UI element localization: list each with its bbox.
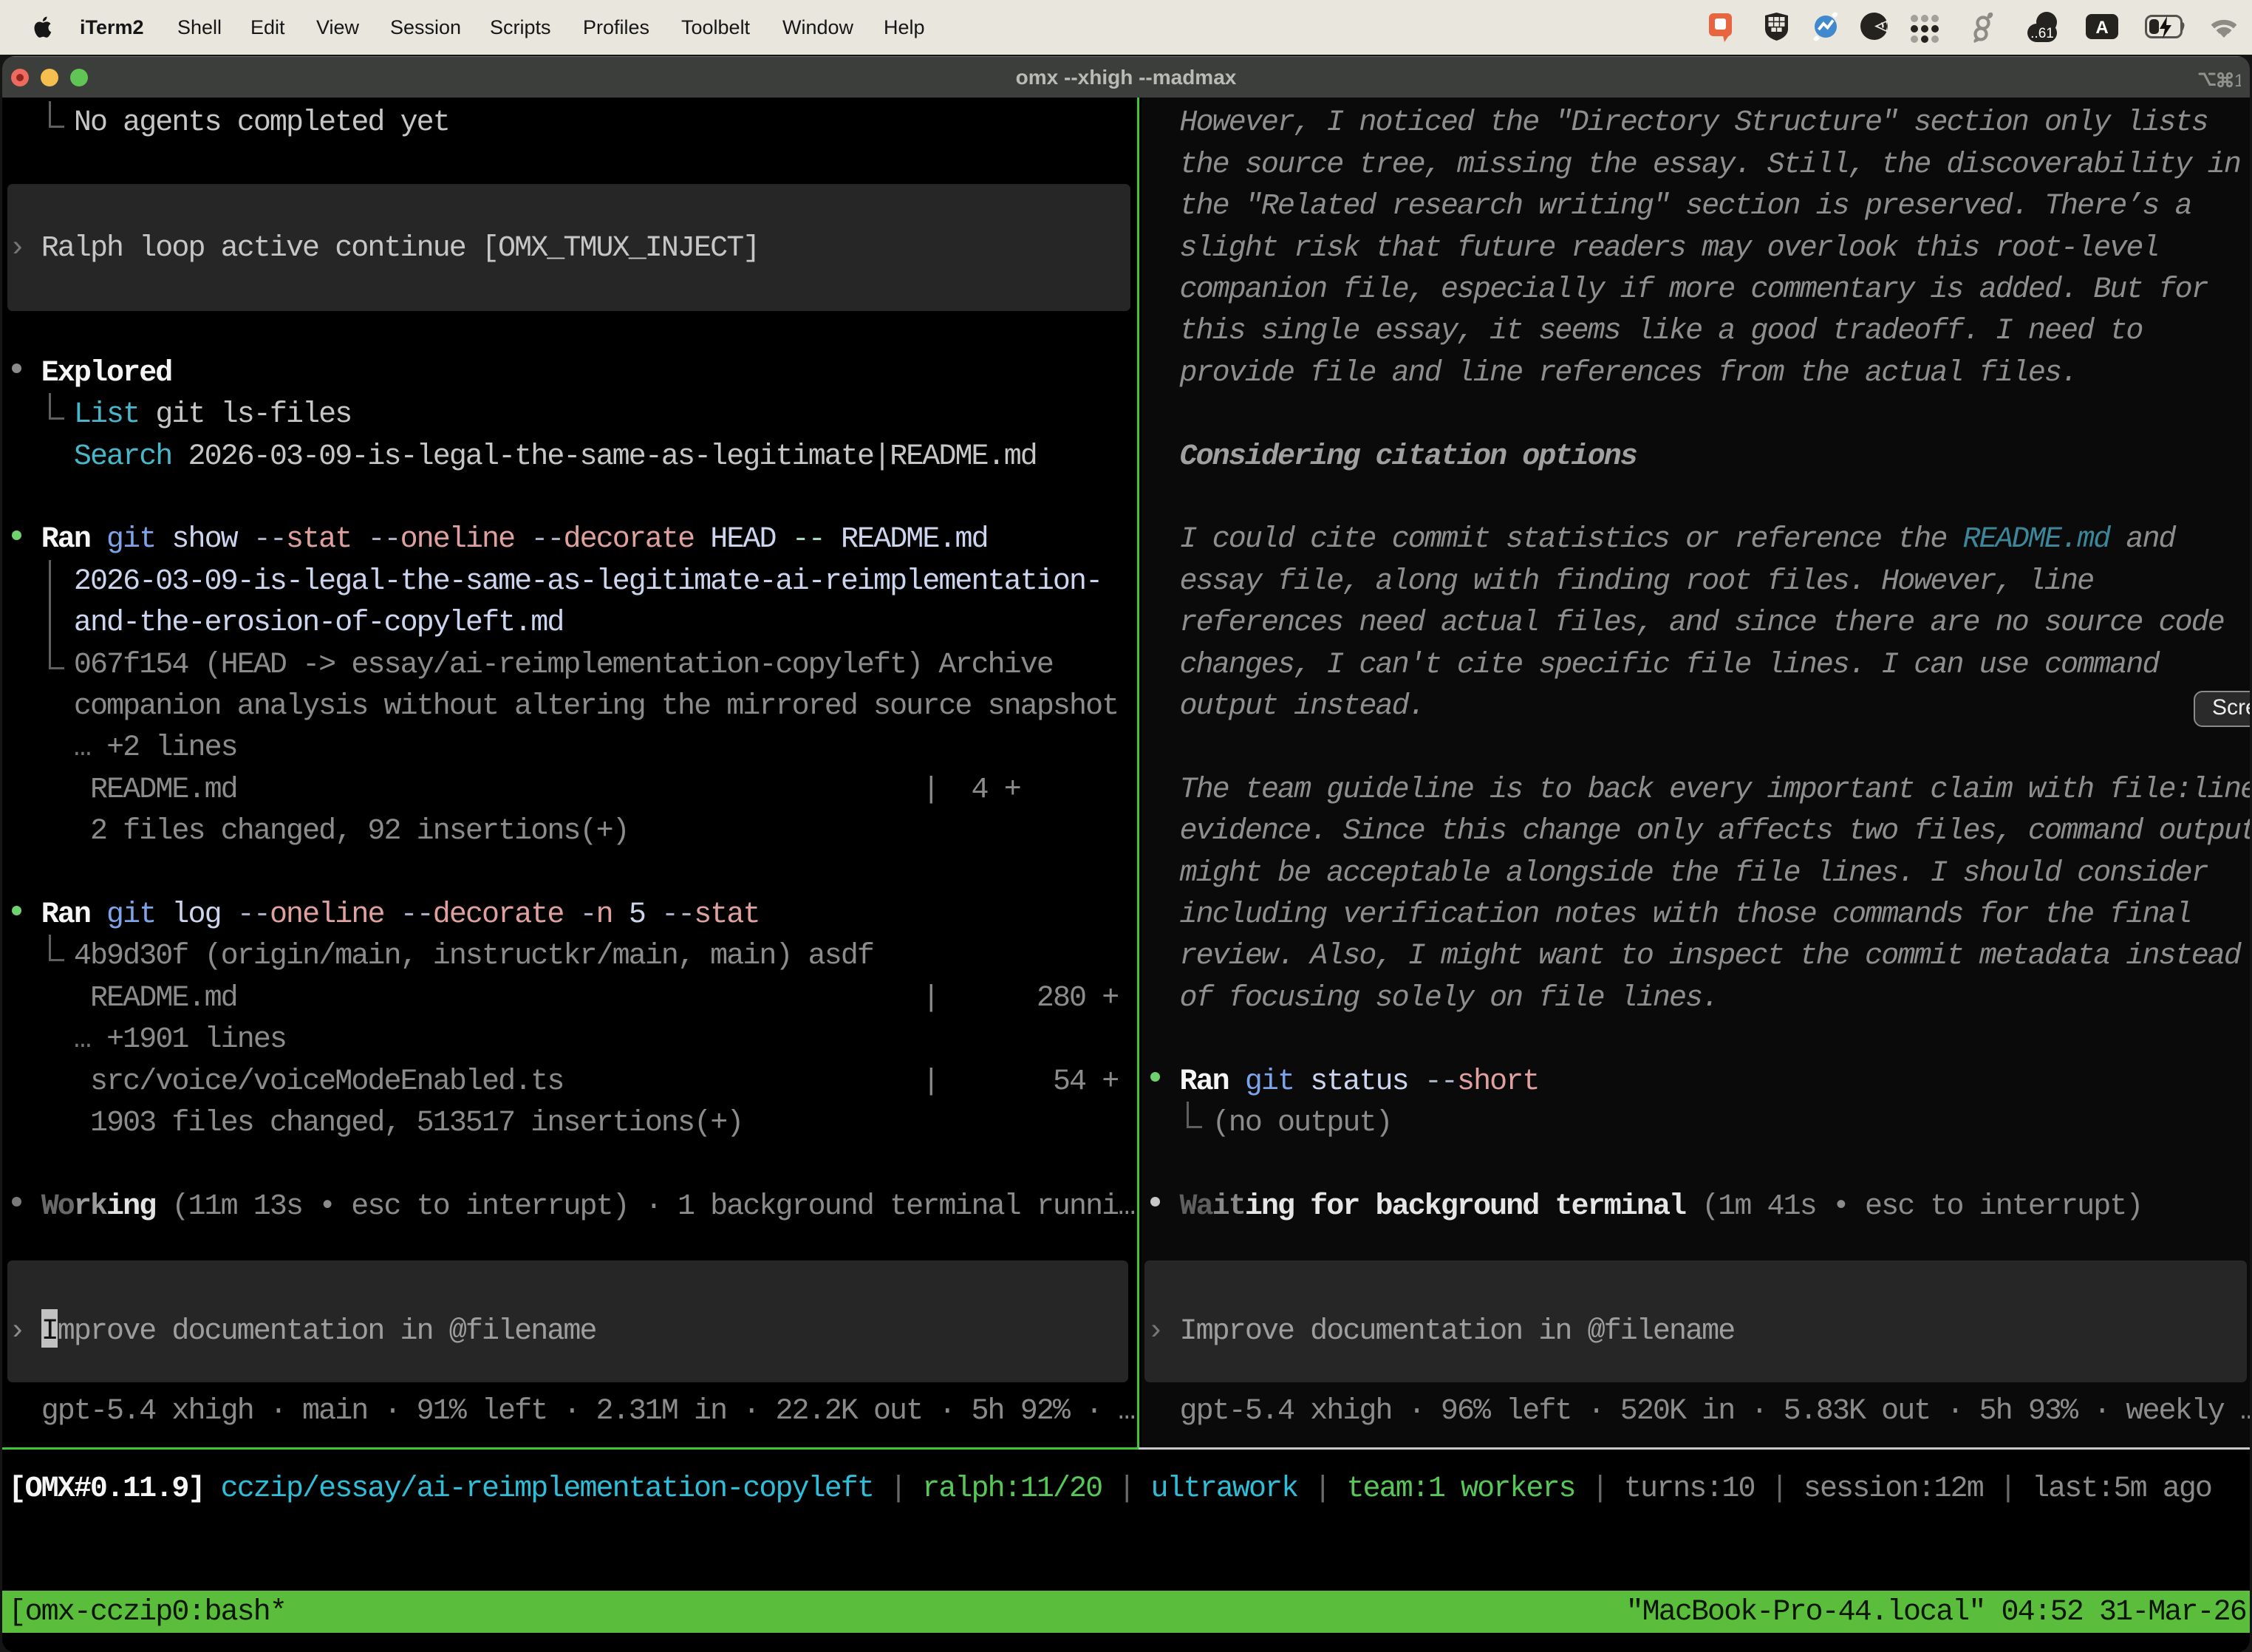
svg-text:A: A bbox=[2095, 18, 2108, 38]
svg-text:..61: ..61 bbox=[2030, 26, 2054, 41]
svg-text:1: 1 bbox=[2234, 71, 2241, 89]
